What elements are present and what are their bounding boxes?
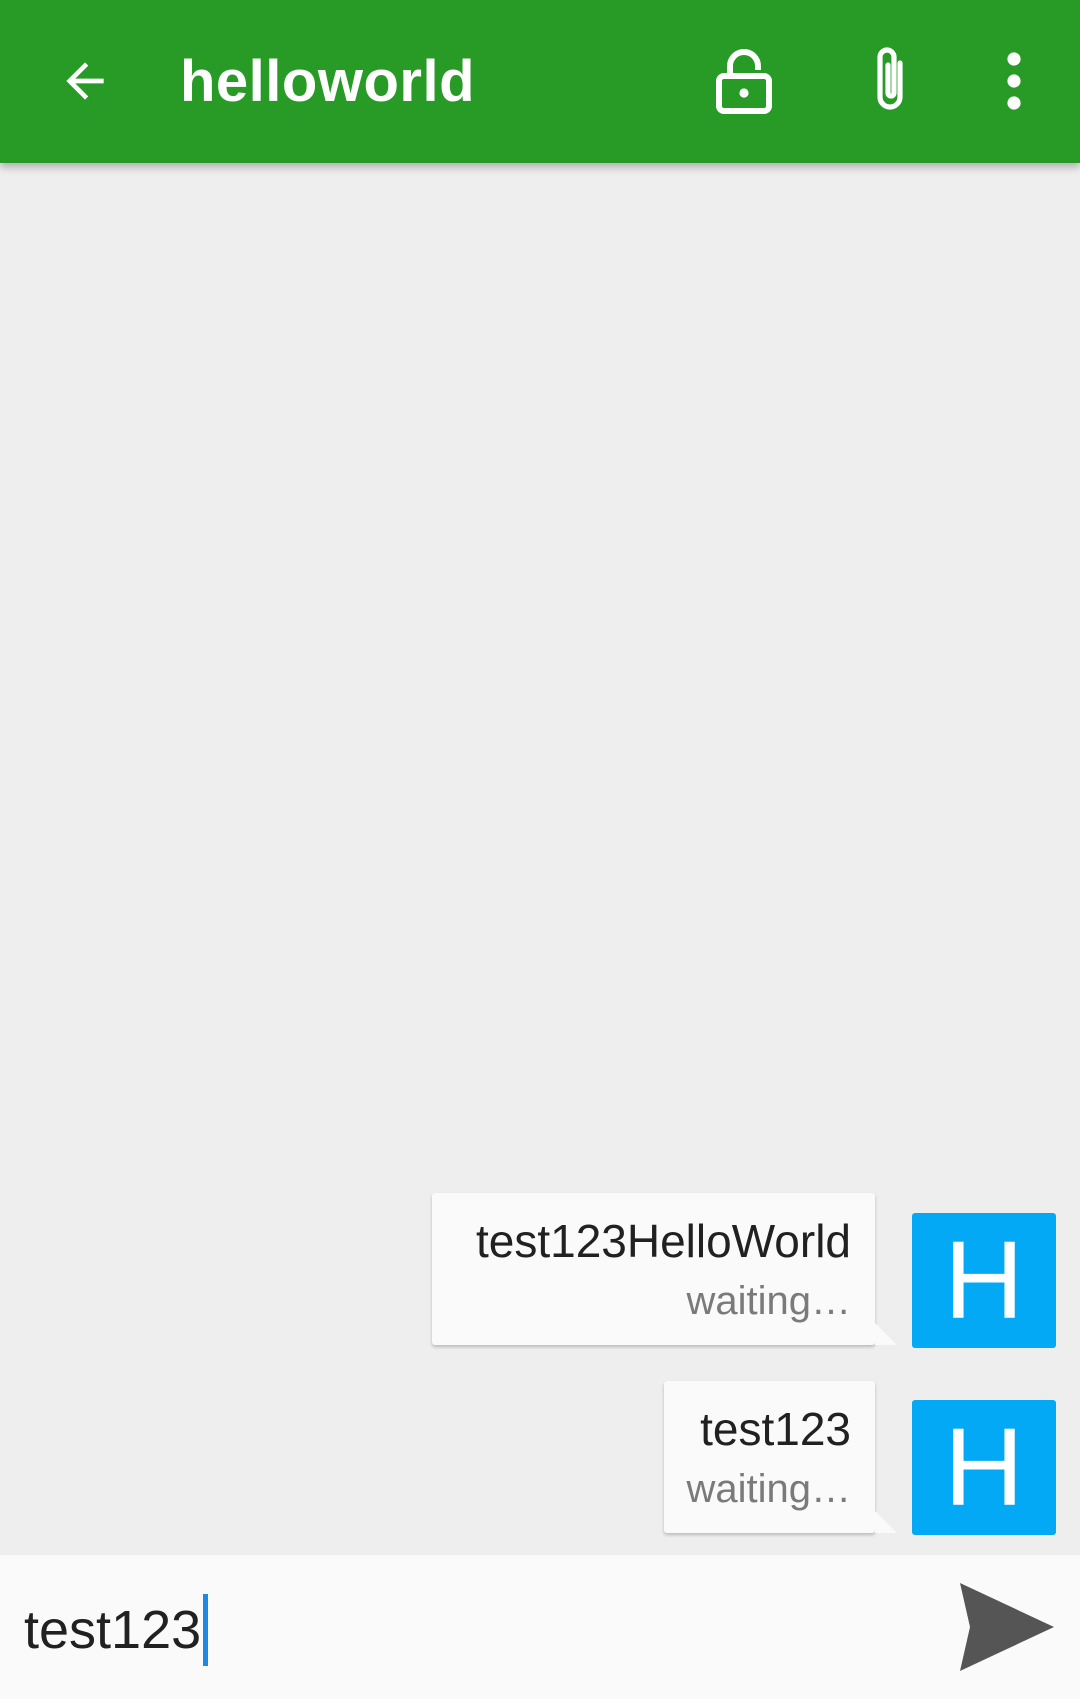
lock-open-icon <box>716 49 772 114</box>
encryption-lock-button[interactable] <box>704 41 784 121</box>
message-list[interactable]: test123HelloWorld waiting… H test123 wai… <box>0 163 1080 1555</box>
send-button[interactable] <box>956 1577 1056 1677</box>
message-status: waiting… <box>686 1467 851 1511</box>
message-text: test123HelloWorld <box>475 1215 851 1267</box>
app-bar: helloworld <box>0 0 1080 163</box>
message-input[interactable]: test123 <box>24 1585 209 1675</box>
more-vertical-icon <box>1007 52 1021 110</box>
message-status: waiting… <box>686 1279 851 1323</box>
arrow-left-icon <box>66 62 104 100</box>
more-options-button[interactable] <box>974 41 1054 121</box>
avatar[interactable]: H <box>912 1400 1056 1535</box>
message-bubble[interactable]: test123 waiting… <box>664 1381 897 1533</box>
message-bubble[interactable]: test123HelloWorld waiting… <box>432 1193 897 1345</box>
text-cursor <box>203 1594 209 1666</box>
message-text: test123 <box>700 1403 851 1455</box>
avatar[interactable]: H <box>912 1213 1056 1348</box>
paperclip-icon <box>877 47 903 110</box>
back-button[interactable] <box>50 46 120 116</box>
send-icon <box>960 1583 1054 1671</box>
attach-button[interactable] <box>850 41 930 121</box>
conversation-title: helloworld <box>180 49 475 114</box>
message-input-text: test123 <box>24 1600 202 1660</box>
compose-bar: test123 <box>0 1555 1080 1699</box>
